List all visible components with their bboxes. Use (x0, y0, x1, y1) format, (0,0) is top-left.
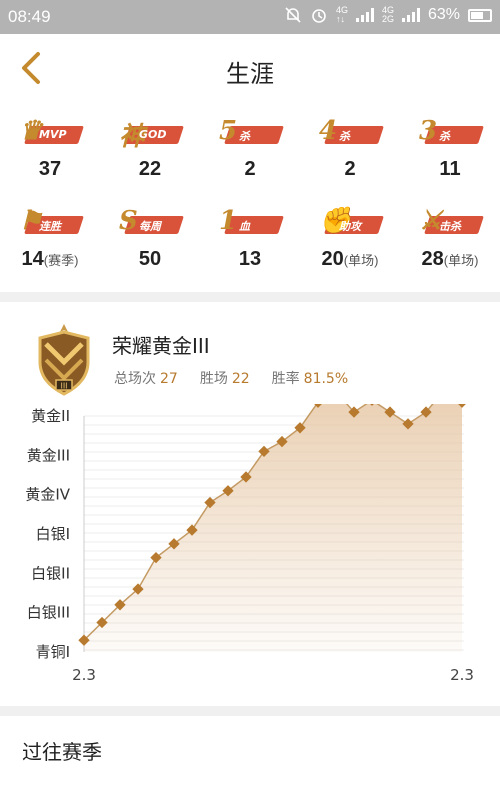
stat-weekly-s[interactable]: S 每周 50 (100, 202, 200, 271)
mute-bell-icon (285, 7, 301, 23)
wins: 胜场 22 (199, 371, 250, 387)
stat-suffix: (单场) (443, 253, 479, 268)
stat-value: 2 (244, 158, 256, 180)
stat-suffix: (赛季) (43, 253, 79, 268)
y-tick-label: 白银II (31, 564, 70, 582)
stat-value: 2 (344, 158, 356, 180)
gold-rank-emblem-icon: III (38, 324, 90, 396)
network-2g-indicator: 4G 2G (381, 5, 394, 24)
svg-text:III: III (60, 382, 67, 391)
y-tick-label: 白银I (36, 525, 70, 543)
assist-fist-icon: ✊ 助攻 (317, 202, 384, 242)
stat-quadra-kill[interactable]: 4杀 2 (300, 112, 400, 181)
alarm-icon (312, 9, 326, 23)
stat-value: 37 (38, 158, 62, 180)
rank-title: 荣耀黄金III (112, 334, 210, 358)
section-divider (0, 292, 500, 302)
stat-triple-kill[interactable]: 3杀 11 (400, 112, 500, 181)
current-rank-card[interactable]: III 荣耀黄金III 总场次 27 胜场 22 胜率 81.5% (0, 302, 500, 406)
quadra-kill-icon: 4杀 (317, 112, 384, 152)
god-icon: 神 GOD (117, 112, 184, 152)
stat-mvp[interactable]: ♛ MVP 37 (0, 112, 100, 181)
win-streak-flag-icon: ⚑ 连胜 (17, 202, 84, 242)
trophy-icon: ♛ MVP (17, 112, 84, 152)
y-tick-label: 黄金III (27, 446, 70, 464)
stat-value: 13 (238, 248, 262, 270)
status-bar: 08:49 4G ↑↓ 4G 2G 63% (0, 0, 500, 34)
x-tick-label: 2.3 (72, 666, 96, 684)
weekly-s-icon: S 每周 (117, 202, 184, 242)
penta-kill-icon: 5杀 (217, 112, 284, 152)
rank-history-chart: 青铜I 白银III 白银II 白银I 黄金IV 黄金III 黄金II 2.3 2.3 (0, 384, 500, 704)
stat-value: 22 (138, 158, 162, 180)
battery-percent: 63% (427, 6, 460, 23)
signal-icon (355, 8, 374, 22)
x-tick-label: 2.3 (450, 666, 474, 684)
kill-sword-icon: ⚔ 击杀 (417, 202, 484, 242)
y-tick-label: 黄金IV (25, 486, 70, 504)
y-tick-label: 黄金II (31, 407, 70, 425)
section-divider (0, 706, 500, 716)
stat-kill[interactable]: ⚔ 击杀 28(单场) (400, 202, 500, 271)
stat-win-streak[interactable]: ⚑ 连胜 14(赛季) (0, 202, 100, 271)
past-seasons-title: 过往赛季 (22, 740, 102, 764)
first-blood-icon: 1血 (217, 202, 284, 242)
rank-history-svg: 青铜I 白银III 白银II 白银I 黄金IV 黄金III 黄金II 2.3 2.3 (25, 384, 474, 684)
total-matches: 总场次 27 (114, 371, 178, 387)
stat-first-blood[interactable]: 1血 13 (200, 202, 300, 271)
triple-kill-icon: 3杀 (417, 112, 484, 152)
battery-icon (468, 8, 492, 22)
clock: 08:49 (8, 7, 51, 26)
stat-value: 20 (321, 248, 344, 270)
stat-value: 14 (21, 248, 44, 270)
network-4g-indicator: 4G ↑↓ (335, 5, 348, 24)
y-tick-label: 白银III (27, 604, 70, 622)
page-title: 生涯 (226, 60, 274, 88)
stat-suffix: (单场) (343, 253, 379, 268)
stat-value: 11 (439, 158, 461, 180)
signal2-icon (401, 8, 420, 22)
stat-god[interactable]: 神 GOD 22 (100, 112, 200, 181)
rank-stats: 总场次 27 胜场 22 胜率 81.5% (114, 368, 348, 388)
win-rate: 胜率 81.5% (271, 371, 349, 387)
stat-value: 50 (138, 248, 162, 270)
y-tick-label: 青铜I (36, 643, 70, 661)
area-fill (84, 390, 462, 653)
past-seasons-section: 过往赛季 (0, 716, 500, 800)
nav-bar: 生涯 (0, 34, 500, 104)
stat-value: 28 (421, 248, 444, 270)
stat-penta-kill[interactable]: 5杀 2 (200, 112, 300, 181)
stat-assist[interactable]: ✊ 助攻 20(单场) (300, 202, 400, 271)
